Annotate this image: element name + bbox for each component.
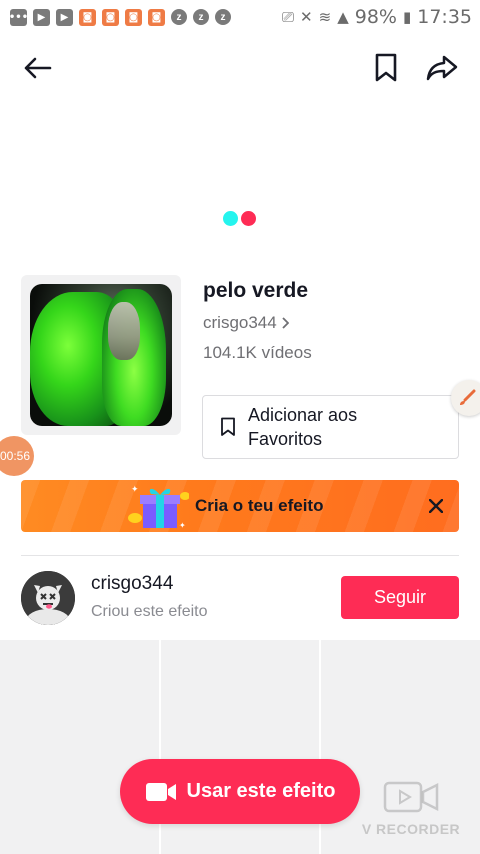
chevron-right-icon [282,317,289,329]
signal-icon: ▲ [337,8,349,26]
bookmark-icon [375,53,397,82]
svg-text:✦: ✦ [131,485,139,495]
watermark-text: V RECORDER [361,821,461,837]
banner-text: Cria o teu efeito [195,496,324,515]
top-navigation [0,44,480,90]
z-app-icon: z [171,9,187,25]
use-effect-button[interactable]: Usar este efeito [120,759,360,824]
devil-emoji-avatar-icon [21,571,75,625]
creator-avatar[interactable] [21,571,75,625]
effect-thumbnail [21,275,181,435]
app-notification-icon: ◙ [148,8,165,26]
banner-close-button[interactable] [423,493,449,519]
video-count: 104.1K vídeos [203,343,312,362]
creator-link[interactable]: crisgo344 [203,313,289,333]
create-effect-banner[interactable]: ✦ ✦ Cria o teu efeito [21,480,459,532]
follow-button-label: Seguir [373,587,427,607]
floating-brush-button[interactable] [451,380,480,416]
creator-link-label: crisgo344 [203,313,277,332]
system-status: ⎚ ✕ ≋ ▲ 98% ▮ 17:35 [282,6,472,28]
loading-dot [241,211,256,226]
creator-subtitle: Criou este efeito [91,603,208,620]
status-bar: ••• ▶ ▶ ◙ ◙ ◙ ◙ z z z ⎚ ✕ ≋ ▲ 98% ▮ 17:3… [0,0,480,34]
z-app-icon: z [215,9,231,25]
loading-dot [223,211,238,226]
recording-timer[interactable]: 00:56 [0,436,34,476]
app-notification-icon: ◙ [125,8,142,26]
follow-button[interactable]: Seguir [341,576,459,619]
recording-timer-label: 00:56 [0,449,30,463]
paintbrush-icon [460,389,476,405]
loading-indicator [223,211,256,226]
add-to-favorites-label: Adicionar aos Favoritos [248,405,358,449]
arrow-left-icon [24,57,52,79]
use-effect-label: Usar este efeito [186,780,336,802]
back-button[interactable] [17,48,57,88]
video-grid-item[interactable] [0,640,159,854]
effect-preview-image [30,284,172,426]
battery-icon: ▮ [402,8,412,26]
z-app-icon: z [193,9,209,25]
recorder-watermark: V RECORDER [356,780,466,837]
add-to-favorites-button[interactable]: Adicionar aos Favoritos [202,395,459,459]
play-icon: ▶ [33,8,50,26]
battery-percent: 98% [354,6,397,28]
section-divider [21,555,459,556]
bookmark-button[interactable] [366,48,406,88]
mute-icon: ✕ [300,8,313,26]
svg-text:✦: ✦ [179,521,186,530]
wifi-icon: ≋ [318,8,332,26]
share-button[interactable] [422,48,462,88]
creator-name[interactable]: crisgo344 [91,573,173,595]
cast-icon: ⎚ [282,8,295,26]
message-icon: ••• [9,8,28,26]
close-icon [429,499,443,513]
effect-title: pelo verde [203,279,309,302]
bookmark-icon [221,417,235,436]
gift-box-icon: ✦ ✦ [128,485,189,530]
clock: 17:35 [417,6,472,28]
video-camera-icon [145,782,176,801]
app-notification-icon: ◙ [102,8,119,26]
notification-icons: ••• ▶ ▶ ◙ ◙ ◙ ◙ z z z [9,8,231,26]
play-icon: ▶ [56,8,73,26]
share-icon [426,55,458,81]
app-notification-icon: ◙ [79,8,96,26]
recorder-logo-icon [383,781,439,813]
